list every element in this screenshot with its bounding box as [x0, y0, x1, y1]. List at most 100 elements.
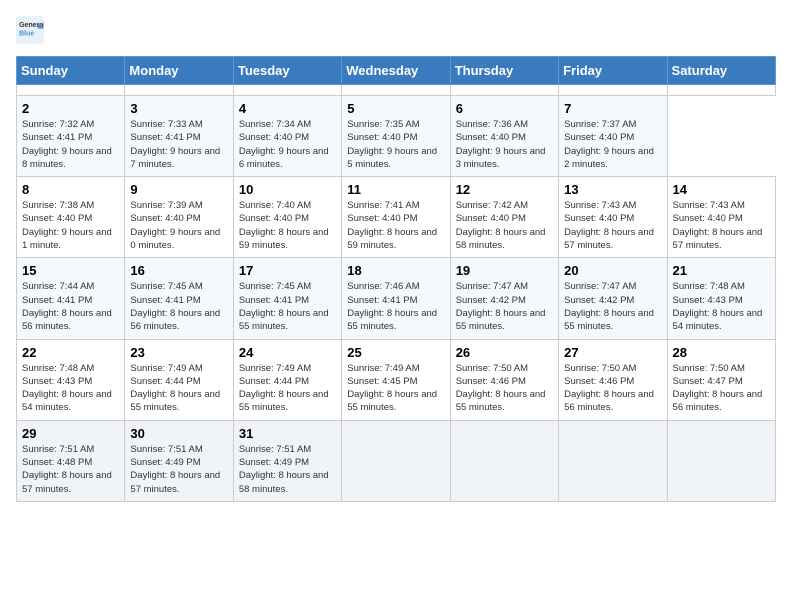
calendar-week-row	[17, 85, 776, 96]
day-number: 8	[22, 182, 119, 197]
calendar-day-cell: 23 Sunrise: 7:49 AM Sunset: 4:44 PM Dayl…	[125, 339, 233, 420]
day-info: Sunrise: 7:50 AM Sunset: 4:47 PM Dayligh…	[673, 362, 770, 415]
day-number: 19	[456, 263, 553, 278]
day-info: Sunrise: 7:33 AM Sunset: 4:41 PM Dayligh…	[130, 118, 227, 171]
calendar-day-cell	[559, 420, 667, 501]
calendar-table: SundayMondayTuesdayWednesdayThursdayFrid…	[16, 56, 776, 502]
calendar-day-cell: 10 Sunrise: 7:40 AM Sunset: 4:40 PM Dayl…	[233, 177, 341, 258]
calendar-day-cell: 27 Sunrise: 7:50 AM Sunset: 4:46 PM Dayl…	[559, 339, 667, 420]
calendar-day-cell: 31 Sunrise: 7:51 AM Sunset: 4:49 PM Dayl…	[233, 420, 341, 501]
day-info: Sunrise: 7:46 AM Sunset: 4:41 PM Dayligh…	[347, 280, 444, 333]
day-info: Sunrise: 7:51 AM Sunset: 4:49 PM Dayligh…	[130, 443, 227, 496]
calendar-day-cell: 29 Sunrise: 7:51 AM Sunset: 4:48 PM Dayl…	[17, 420, 125, 501]
calendar-day-cell: 17 Sunrise: 7:45 AM Sunset: 4:41 PM Dayl…	[233, 258, 341, 339]
calendar-day-cell: 2 Sunrise: 7:32 AM Sunset: 4:41 PM Dayli…	[17, 96, 125, 177]
calendar-day-cell: 19 Sunrise: 7:47 AM Sunset: 4:42 PM Dayl…	[450, 258, 558, 339]
day-header-saturday: Saturday	[667, 57, 775, 85]
calendar-day-cell: 22 Sunrise: 7:48 AM Sunset: 4:43 PM Dayl…	[17, 339, 125, 420]
calendar-day-cell: 11 Sunrise: 7:41 AM Sunset: 4:40 PM Dayl…	[342, 177, 450, 258]
day-number: 29	[22, 426, 119, 441]
day-info: Sunrise: 7:40 AM Sunset: 4:40 PM Dayligh…	[239, 199, 336, 252]
day-header-monday: Monday	[125, 57, 233, 85]
calendar-day-cell: 30 Sunrise: 7:51 AM Sunset: 4:49 PM Dayl…	[125, 420, 233, 501]
day-info: Sunrise: 7:51 AM Sunset: 4:48 PM Dayligh…	[22, 443, 119, 496]
day-info: Sunrise: 7:44 AM Sunset: 4:41 PM Dayligh…	[22, 280, 119, 333]
calendar-day-cell	[450, 85, 558, 96]
day-number: 9	[130, 182, 227, 197]
calendar-header-row: SundayMondayTuesdayWednesdayThursdayFrid…	[17, 57, 776, 85]
calendar-day-cell: 5 Sunrise: 7:35 AM Sunset: 4:40 PM Dayli…	[342, 96, 450, 177]
calendar-day-cell	[667, 420, 775, 501]
day-number: 12	[456, 182, 553, 197]
day-info: Sunrise: 7:32 AM Sunset: 4:41 PM Dayligh…	[22, 118, 119, 171]
day-header-sunday: Sunday	[17, 57, 125, 85]
calendar-day-cell: 28 Sunrise: 7:50 AM Sunset: 4:47 PM Dayl…	[667, 339, 775, 420]
day-number: 5	[347, 101, 444, 116]
calendar-week-row: 29 Sunrise: 7:51 AM Sunset: 4:48 PM Dayl…	[17, 420, 776, 501]
day-header-friday: Friday	[559, 57, 667, 85]
day-number: 27	[564, 345, 661, 360]
day-info: Sunrise: 7:38 AM Sunset: 4:40 PM Dayligh…	[22, 199, 119, 252]
day-info: Sunrise: 7:51 AM Sunset: 4:49 PM Dayligh…	[239, 443, 336, 496]
day-info: Sunrise: 7:45 AM Sunset: 4:41 PM Dayligh…	[239, 280, 336, 333]
calendar-day-cell: 3 Sunrise: 7:33 AM Sunset: 4:41 PM Dayli…	[125, 96, 233, 177]
day-info: Sunrise: 7:49 AM Sunset: 4:44 PM Dayligh…	[130, 362, 227, 415]
day-number: 7	[564, 101, 661, 116]
calendar-day-cell: 15 Sunrise: 7:44 AM Sunset: 4:41 PM Dayl…	[17, 258, 125, 339]
day-number: 24	[239, 345, 336, 360]
day-info: Sunrise: 7:43 AM Sunset: 4:40 PM Dayligh…	[564, 199, 661, 252]
day-number: 4	[239, 101, 336, 116]
svg-text:Blue: Blue	[19, 30, 34, 37]
day-info: Sunrise: 7:35 AM Sunset: 4:40 PM Dayligh…	[347, 118, 444, 171]
day-number: 14	[673, 182, 770, 197]
day-info: Sunrise: 7:50 AM Sunset: 4:46 PM Dayligh…	[564, 362, 661, 415]
logo: General Blue	[16, 16, 48, 44]
day-number: 16	[130, 263, 227, 278]
day-info: Sunrise: 7:36 AM Sunset: 4:40 PM Dayligh…	[456, 118, 553, 171]
day-info: Sunrise: 7:34 AM Sunset: 4:40 PM Dayligh…	[239, 118, 336, 171]
calendar-day-cell	[17, 85, 125, 96]
day-info: Sunrise: 7:50 AM Sunset: 4:46 PM Dayligh…	[456, 362, 553, 415]
calendar-day-cell: 4 Sunrise: 7:34 AM Sunset: 4:40 PM Dayli…	[233, 96, 341, 177]
calendar-day-cell: 20 Sunrise: 7:47 AM Sunset: 4:42 PM Dayl…	[559, 258, 667, 339]
calendar-day-cell	[667, 85, 775, 96]
calendar-day-cell: 14 Sunrise: 7:43 AM Sunset: 4:40 PM Dayl…	[667, 177, 775, 258]
calendar-day-cell: 9 Sunrise: 7:39 AM Sunset: 4:40 PM Dayli…	[125, 177, 233, 258]
day-info: Sunrise: 7:45 AM Sunset: 4:41 PM Dayligh…	[130, 280, 227, 333]
day-number: 2	[22, 101, 119, 116]
logo-icon: General Blue	[16, 16, 44, 44]
calendar-week-row: 8 Sunrise: 7:38 AM Sunset: 4:40 PM Dayli…	[17, 177, 776, 258]
day-number: 17	[239, 263, 336, 278]
calendar-day-cell: 7 Sunrise: 7:37 AM Sunset: 4:40 PM Dayli…	[559, 96, 667, 177]
calendar-day-cell: 16 Sunrise: 7:45 AM Sunset: 4:41 PM Dayl…	[125, 258, 233, 339]
calendar-week-row: 2 Sunrise: 7:32 AM Sunset: 4:41 PM Dayli…	[17, 96, 776, 177]
day-number: 20	[564, 263, 661, 278]
calendar-day-cell	[125, 85, 233, 96]
calendar-day-cell: 18 Sunrise: 7:46 AM Sunset: 4:41 PM Dayl…	[342, 258, 450, 339]
day-number: 10	[239, 182, 336, 197]
day-info: Sunrise: 7:42 AM Sunset: 4:40 PM Dayligh…	[456, 199, 553, 252]
day-number: 22	[22, 345, 119, 360]
day-number: 26	[456, 345, 553, 360]
calendar-week-row: 22 Sunrise: 7:48 AM Sunset: 4:43 PM Dayl…	[17, 339, 776, 420]
calendar-day-cell: 24 Sunrise: 7:49 AM Sunset: 4:44 PM Dayl…	[233, 339, 341, 420]
day-number: 3	[130, 101, 227, 116]
day-number: 13	[564, 182, 661, 197]
day-info: Sunrise: 7:47 AM Sunset: 4:42 PM Dayligh…	[456, 280, 553, 333]
day-info: Sunrise: 7:48 AM Sunset: 4:43 PM Dayligh…	[673, 280, 770, 333]
calendar-day-cell	[559, 85, 667, 96]
calendar-week-row: 15 Sunrise: 7:44 AM Sunset: 4:41 PM Dayl…	[17, 258, 776, 339]
calendar-day-cell	[233, 85, 341, 96]
day-number: 30	[130, 426, 227, 441]
day-number: 21	[673, 263, 770, 278]
day-info: Sunrise: 7:48 AM Sunset: 4:43 PM Dayligh…	[22, 362, 119, 415]
day-header-wednesday: Wednesday	[342, 57, 450, 85]
day-header-thursday: Thursday	[450, 57, 558, 85]
day-info: Sunrise: 7:47 AM Sunset: 4:42 PM Dayligh…	[564, 280, 661, 333]
day-number: 23	[130, 345, 227, 360]
day-header-tuesday: Tuesday	[233, 57, 341, 85]
calendar-day-cell: 25 Sunrise: 7:49 AM Sunset: 4:45 PM Dayl…	[342, 339, 450, 420]
day-number: 6	[456, 101, 553, 116]
day-number: 31	[239, 426, 336, 441]
day-number: 11	[347, 182, 444, 197]
